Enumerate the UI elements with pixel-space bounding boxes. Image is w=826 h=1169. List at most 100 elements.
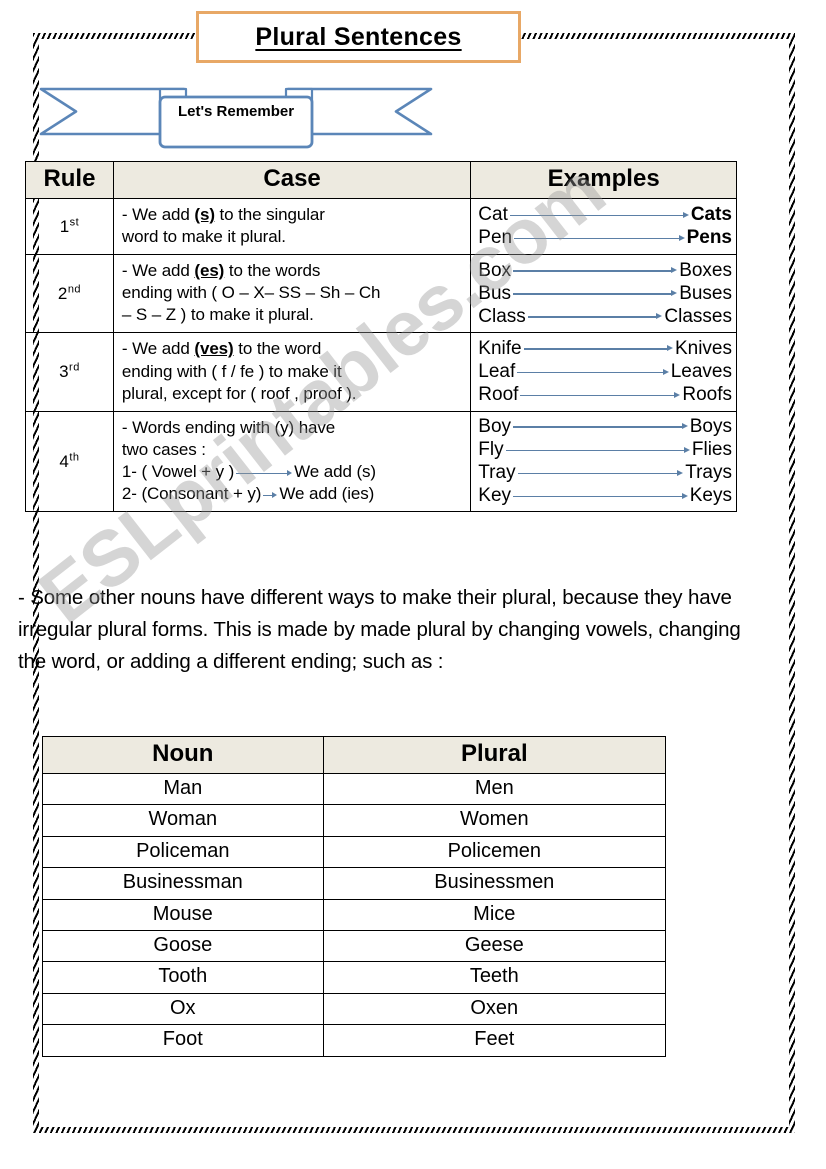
table-row: Goose Geese: [42, 929, 667, 963]
table-row: Businessman Businessmen: [42, 867, 667, 900]
table-row: Ox Oxen: [42, 992, 667, 1026]
noun-cell: Mouse: [42, 898, 324, 931]
case-emphasis: (es): [194, 261, 225, 281]
sub-rule-condition: 1- ( Vowel + y ): [121, 462, 235, 482]
example-pair: Leaf Leaves: [478, 360, 732, 383]
table-row: Woman Women: [42, 804, 667, 837]
rule-case-cell: - We add (es) to the words ending with ( …: [112, 254, 472, 334]
rule-case-cell: - Words ending with (y) have two cases : 1…: [112, 410, 472, 513]
example-plural: Roofs: [682, 384, 732, 406]
arrow-right-icon: [513, 491, 688, 501]
rule-ordinal: 3rd: [59, 361, 80, 382]
example-singular: Class: [478, 305, 526, 327]
case-text-line: plural, except for ( roof , proof ).: [121, 383, 357, 403]
sub-rule-result: We add (s): [294, 462, 376, 482]
example-singular: Box: [478, 259, 512, 281]
noun-cell: Policeman: [42, 835, 324, 869]
example-plural: Knives: [674, 337, 732, 359]
plural-cell: Feet: [322, 1024, 667, 1057]
example-pair: Bus Buses: [478, 282, 732, 305]
ordinal-suffix: th: [69, 451, 80, 464]
case-sub-rule: 1- ( Vowel + y ) We add (s): [122, 461, 464, 483]
arrow-right-icon: [514, 233, 684, 243]
example-singular: Cat: [478, 203, 508, 225]
ordinal-suffix: rd: [69, 361, 80, 374]
plural-cell: Oxen: [322, 992, 667, 1026]
case-emphasis: (s): [194, 205, 215, 224]
rule-ordinal: 1st: [59, 216, 80, 236]
example-plural: Boys: [689, 415, 732, 437]
table-row: 3rd - We add (ves) to the word ending with…: [25, 332, 737, 412]
example-singular: Pen: [478, 227, 513, 249]
example-plural: Pens: [686, 227, 732, 249]
example-pair: Key Keys: [478, 484, 732, 507]
rule-case-cell: - We add (ves) to the word ending with ( …: [112, 332, 472, 412]
example-plural: Classes: [664, 305, 732, 327]
table-row: Tooth Teeth: [42, 961, 667, 994]
sub-rule-result: We add (ies): [279, 484, 375, 504]
example-singular: Key: [478, 485, 512, 507]
noun-cell: Businessman: [42, 867, 324, 900]
plural-cell: Teeth: [322, 961, 667, 994]
table-header-row: Rule Case Examples: [25, 161, 737, 199]
example-singular: Fly: [478, 438, 504, 460]
page-title: Plural Sentences: [255, 22, 462, 51]
example-singular: Knife: [478, 337, 522, 359]
case-text-line: ending with ( f / fe ) to make it: [121, 361, 342, 381]
table-row: Foot Feet: [42, 1024, 667, 1057]
case-sub-rule: 2- (Consonant + y) We add (ies): [122, 483, 464, 505]
example-singular: Leaf: [478, 361, 516, 383]
example-pair: Roof Roofs: [478, 383, 732, 406]
title-box: Plural Sentences: [196, 11, 521, 63]
example-plural: Cats: [690, 203, 732, 225]
rule-ordinal-cell: 1st: [25, 197, 114, 256]
noun-cell: Tooth: [42, 961, 324, 994]
arrow-right-icon: [520, 390, 680, 400]
case-text-line: ending with ( O – X– SS – Sh – Ch: [121, 283, 381, 303]
table-row: Policeman Policemen: [42, 835, 667, 869]
example-plural: Trays: [685, 462, 732, 484]
example-pair: Knife Knives: [478, 337, 732, 360]
ordinal-suffix: st: [69, 216, 80, 229]
column-header-plural: Plural: [322, 736, 667, 774]
arrow-right-icon: [509, 210, 689, 220]
arrow-right-icon: [517, 367, 668, 377]
arrow-right-icon: [513, 288, 677, 298]
rule-ordinal: 2nd: [57, 283, 82, 304]
example-pair: Tray Trays: [478, 461, 732, 484]
noun-cell: Woman: [42, 804, 324, 837]
example-plural: Leaves: [670, 361, 732, 383]
case-text-line: - We add (es) to the words: [121, 261, 321, 281]
ribbon-shape-icon: [39, 87, 433, 149]
plural-cell: Businessmen: [322, 867, 667, 900]
example-plural: Buses: [679, 282, 732, 304]
rule-ordinal-cell: 4th: [25, 410, 114, 513]
case-text-line: - We add (s) to the singular: [121, 205, 325, 224]
plural-cell: Men: [322, 772, 667, 806]
table-row: 2nd - We add (es) to the words ending with…: [25, 254, 737, 334]
example-singular: Bus: [478, 282, 512, 304]
example-plural: Boxes: [679, 259, 732, 281]
example-pair: Pen Pens: [478, 226, 732, 249]
example-plural: Flies: [691, 438, 732, 460]
lets-remember-ribbon: Let's Remember: [36, 76, 436, 152]
example-pair: Class Classes: [478, 305, 732, 328]
case-text-line: - Words ending with (y) have: [121, 417, 336, 437]
arrow-right-icon: [523, 343, 673, 353]
table-row: 1st - We add (s) to the singular word to m…: [25, 197, 737, 256]
table-row: 4th - Words ending with (y) have two cases…: [25, 410, 737, 513]
column-header-examples: Examples: [470, 161, 737, 199]
case-text-line: word to make it plural.: [121, 227, 286, 247]
arrow-right-icon: [527, 311, 663, 321]
example-pair: Boy Boys: [478, 415, 732, 438]
rule-ordinal: 4th: [59, 451, 80, 471]
irregular-plural-paragraph: - Some other nouns have different ways t…: [18, 586, 741, 673]
column-header-rule: Rule: [25, 161, 114, 199]
example-singular: Roof: [478, 384, 519, 406]
arrow-right-icon: [263, 490, 277, 499]
example-pair: Fly Flies: [478, 438, 732, 461]
table-row: Man Men: [42, 772, 667, 806]
plural-rules-table: Rule Case Examples 1st - We add (s) to th…: [25, 161, 737, 513]
rule-case-cell: - We add (s) to the singular word to make…: [112, 197, 472, 256]
rule-examples-cell: Boy Boys Fly Flies Tray Trays Key Keys: [470, 410, 737, 513]
